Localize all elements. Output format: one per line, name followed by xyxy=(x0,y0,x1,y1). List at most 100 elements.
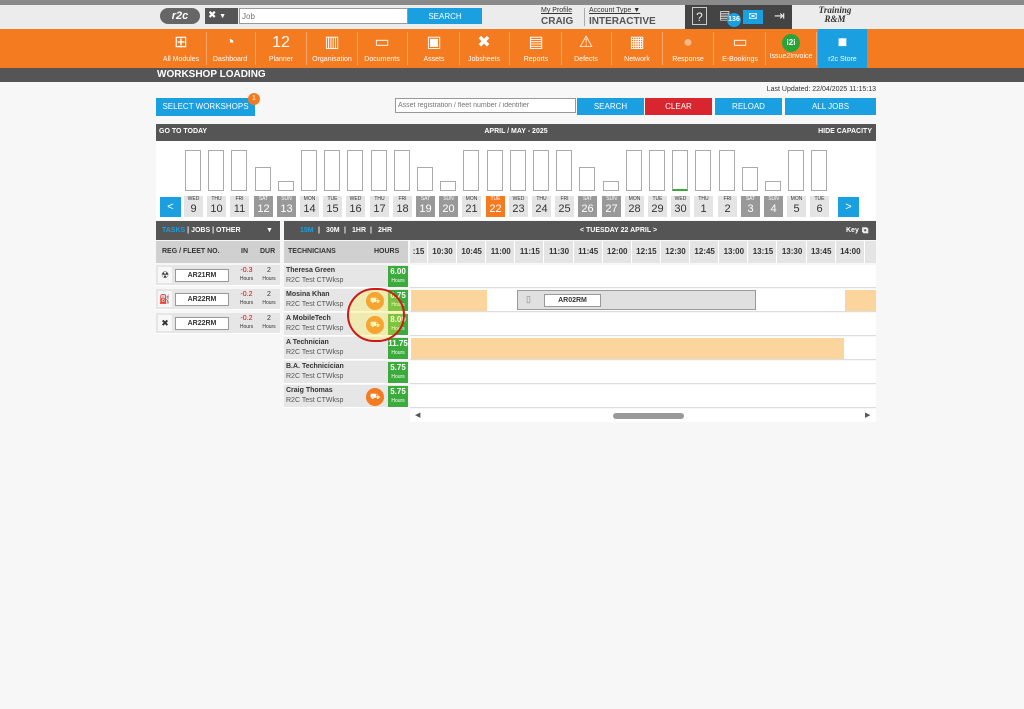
nav-e-bookings[interactable]: ▭ E-Bookings xyxy=(716,29,764,68)
day-28[interactable]: MON 28 xyxy=(625,196,644,217)
day-13[interactable]: SUN 13 xyxy=(277,196,296,217)
tab-tasks[interactable]: TASKS xyxy=(162,227,185,234)
scroll-left-icon[interactable]: ◀ xyxy=(415,411,420,419)
nav-all-modules[interactable]: ⊞ All Modules xyxy=(157,29,205,68)
capacity-bar xyxy=(487,150,503,191)
reload-button[interactable]: RELOAD xyxy=(715,98,782,115)
job-search-button[interactable]: SEARCH xyxy=(408,8,482,24)
task-row[interactable]: ✖ AR22RM -0.2 Hours 2 Hours xyxy=(156,313,280,334)
busy-block[interactable] xyxy=(845,290,876,311)
day-25[interactable]: FRI 25 xyxy=(555,196,574,217)
day-11[interactable]: FRI 11 xyxy=(230,196,249,217)
my-profile-link[interactable]: My Profile xyxy=(541,7,572,14)
nav-reports[interactable]: ▤ Reports xyxy=(512,29,560,68)
schedule-row[interactable] xyxy=(410,385,876,408)
logout-icon[interactable]: ⇥ xyxy=(771,7,788,25)
day-10[interactable]: THU 10 xyxy=(207,196,226,217)
day-17[interactable]: THU 17 xyxy=(370,196,389,217)
nav-r2c-store[interactable]: ■ r2c Store xyxy=(818,29,867,68)
day-4[interactable]: SUN 4 xyxy=(764,196,783,217)
nav-planner[interactable]: 12 Planner xyxy=(257,29,305,68)
header-bar xyxy=(0,5,1024,29)
day-19[interactable]: SAT 19 xyxy=(416,196,435,217)
key-link[interactable]: Key xyxy=(846,227,859,234)
help-icon[interactable]: ? xyxy=(692,7,707,25)
r2c-logo[interactable]: r2c xyxy=(160,8,200,24)
task-row[interactable]: ⛽ AR22RM -0.2 Hours 2 Hours xyxy=(156,289,280,310)
all-jobs-button[interactable]: ALL JOBS xyxy=(785,98,876,115)
day-12[interactable]: SAT 12 xyxy=(254,196,273,217)
schedule-date-nav[interactable]: < TUESDAY 22 APRIL > xyxy=(580,227,657,234)
account-type-dropdown[interactable]: Account Type ▼ xyxy=(589,7,640,14)
job-card[interactable]: ▯ AR02RM xyxy=(517,290,756,310)
zoom-2hr[interactable]: 2HR xyxy=(378,227,392,234)
busy-block[interactable] xyxy=(411,338,844,359)
tab-jobs[interactable]: JOBS xyxy=(191,227,210,234)
technician-row[interactable]: B.A. Technicician R2C Test CTWksp 5.75 Hour… xyxy=(284,361,408,384)
day-14[interactable]: MON 14 xyxy=(300,196,319,217)
nav-defects[interactable]: ⚠ Defects xyxy=(562,29,610,68)
clear-button[interactable]: CLEAR xyxy=(645,98,712,115)
day-number: 29 xyxy=(651,203,664,215)
tab-other[interactable]: OTHER xyxy=(216,227,241,234)
mail-icon[interactable]: ✉ xyxy=(743,10,763,24)
day-20[interactable]: SUN 20 xyxy=(439,196,458,217)
technician-row[interactable]: A Technician R2C Test CTWksp 11.75 Hours xyxy=(284,337,408,360)
day-number: 3 xyxy=(747,203,754,215)
schedule-row[interactable] xyxy=(410,361,876,384)
nav-assets[interactable]: ▣ Assets xyxy=(410,29,458,68)
day-26[interactable]: SAT 26 xyxy=(578,196,597,217)
day-24[interactable]: THU 24 xyxy=(532,196,551,217)
day-5[interactable]: MON 5 xyxy=(787,196,806,217)
filter-icon[interactable]: ▼ xyxy=(266,221,273,240)
nav-organisation[interactable]: ▥ Organisation xyxy=(308,29,356,68)
day-29[interactable]: TUE 29 xyxy=(648,196,667,217)
prev-dates-button[interactable]: < xyxy=(160,197,181,217)
day-3[interactable]: SAT 3 xyxy=(741,196,760,217)
zoom-1hr[interactable]: 1HR xyxy=(352,227,366,234)
busy-block[interactable] xyxy=(411,290,487,311)
nav-issue2invoice[interactable]: i2i Issue2Invoice xyxy=(767,29,815,68)
day-16[interactable]: WED 16 xyxy=(346,196,365,217)
schedule-row[interactable] xyxy=(410,265,876,288)
zoom-15m[interactable]: 15M xyxy=(300,227,314,234)
job-card-reg[interactable]: AR02RM xyxy=(544,294,601,307)
scroll-right-icon[interactable]: ▶ xyxy=(865,411,870,419)
day-9[interactable]: WED 9 xyxy=(184,196,203,217)
task-reg[interactable]: AR21RM xyxy=(175,269,229,282)
day-27[interactable]: SUN 27 xyxy=(602,196,621,217)
nav-network[interactable]: ▦ Network xyxy=(613,29,661,68)
expand-icon[interactable]: ⧉ xyxy=(862,225,868,236)
day-21[interactable]: MON 21 xyxy=(462,196,481,217)
nav-dashboard[interactable]: ◔ Dashboard xyxy=(206,29,254,68)
day-6[interactable]: TUE 6 xyxy=(810,196,829,217)
day-22[interactable]: TUE 22 xyxy=(486,196,505,217)
zoom-30m[interactable]: 30M xyxy=(326,227,340,234)
nav-jobsheets[interactable]: ✖ Jobsheets xyxy=(460,29,508,68)
job-search-input[interactable] xyxy=(239,8,408,24)
mobile-van-icon[interactable]: ⛟ xyxy=(366,388,384,406)
day-18[interactable]: FRI 18 xyxy=(393,196,412,217)
asset-search-button[interactable]: SEARCH xyxy=(577,98,644,115)
nav-response[interactable]: ● Response xyxy=(664,29,712,68)
asset-search-input[interactable] xyxy=(395,98,576,113)
task-row[interactable]: ☢ AR21RM -0.3 Hours 2 Hours xyxy=(156,265,280,286)
nav-planner-icon: 12 xyxy=(272,34,290,51)
schedule-row[interactable] xyxy=(410,313,876,336)
day-1[interactable]: THU 1 xyxy=(694,196,713,217)
day-23[interactable]: WED 23 xyxy=(509,196,528,217)
day-30[interactable]: WED 30 xyxy=(671,196,690,217)
day-2[interactable]: FRI 2 xyxy=(718,196,737,217)
col-reg: REG / FLEET NO. xyxy=(162,248,220,255)
nav-documents[interactable]: ▭ Documents xyxy=(358,29,406,68)
technician-row[interactable]: Craig Thomas R2C Test CTWksp ⛟ 5.75 Hours xyxy=(284,385,408,408)
module-select[interactable]: ✖ ▼ xyxy=(205,8,238,24)
task-reg[interactable]: AR22RM xyxy=(175,317,229,330)
hide-capacity-link[interactable]: HIDE CAPACITY xyxy=(818,128,872,135)
select-workshops-button[interactable]: SELECT WORKSHOPS xyxy=(156,98,255,116)
scrollbar-thumb[interactable] xyxy=(613,413,684,419)
next-dates-button[interactable]: > xyxy=(838,197,859,217)
day-15[interactable]: TUE 15 xyxy=(323,196,342,217)
task-reg[interactable]: AR22RM xyxy=(175,293,229,306)
technician-row[interactable]: Theresa Green R2C Test CTWksp 6.00 Hours xyxy=(284,265,408,288)
